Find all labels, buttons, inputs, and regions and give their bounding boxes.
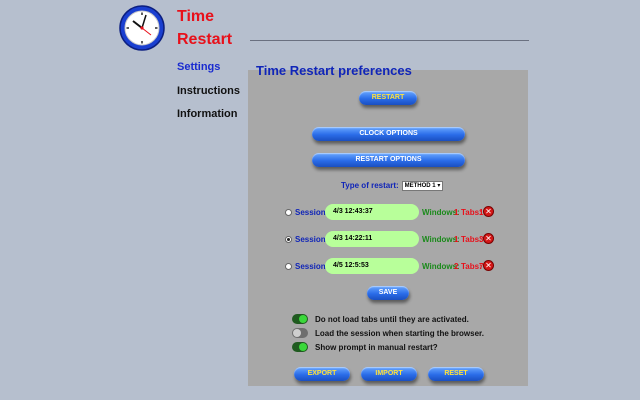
lazy-load-label: Do not load tabs until they are activate… (315, 315, 469, 324)
restart-type-row: Type of restart: METHOD 1 ▾ (341, 181, 444, 191)
session-windows-count: 1 (454, 235, 459, 244)
app-title-line2: Restart (177, 31, 233, 48)
delete-icon[interactable]: ✕ (483, 233, 494, 244)
show-prompt-label: Show prompt in manual restart? (315, 343, 438, 352)
clock-icon (119, 5, 165, 51)
lazy-load-toggle[interactable] (292, 314, 308, 324)
toggle-knob (299, 343, 307, 351)
session-radio[interactable] (285, 263, 292, 270)
session-time-field[interactable]: 4/3 14:22:11 (325, 231, 419, 247)
restart-type-value: METHOD 1 (404, 183, 436, 189)
import-button[interactable]: IMPORT (361, 367, 417, 381)
session-radio[interactable] (285, 209, 292, 216)
load-on-start-label: Load the session when starting the brows… (315, 329, 484, 338)
session-label: Session: (295, 235, 329, 244)
save-button[interactable]: SAVE (367, 286, 409, 300)
clock-options-button[interactable]: CLOCK OPTIONS (312, 127, 465, 141)
toggle-knob (293, 329, 301, 337)
session-windows-count: 2 (454, 262, 459, 271)
restart-button[interactable]: RESTART (359, 91, 417, 105)
restart-options-button[interactable]: RESTART OPTIONS (312, 153, 465, 167)
app-title: Time Restart (177, 5, 232, 51)
restart-type-label: Type of restart: (341, 181, 399, 191)
session-time-field[interactable]: 4/3 12:43:37 (325, 204, 419, 220)
preferences-panel (248, 70, 528, 386)
load-on-start-toggle[interactable] (292, 328, 308, 338)
restart-type-select[interactable]: METHOD 1 ▾ (401, 181, 444, 191)
delete-icon[interactable]: ✕ (483, 260, 494, 271)
header-divider (250, 40, 529, 41)
delete-icon[interactable]: ✕ (483, 206, 494, 217)
panel-title: Time Restart preferences (256, 63, 412, 78)
show-prompt-toggle[interactable] (292, 342, 308, 352)
session-label: Session: (295, 262, 329, 271)
export-button[interactable]: EXPORT (294, 367, 350, 381)
nav-settings[interactable]: Settings (177, 60, 240, 84)
session-radio[interactable] (285, 236, 292, 243)
nav-information[interactable]: Information (177, 107, 240, 131)
toggle-knob (299, 315, 307, 323)
session-label: Session: (295, 208, 329, 217)
app-title-line1: Time (177, 8, 215, 25)
sidebar-nav: Settings Instructions Information (177, 60, 240, 131)
reset-button[interactable]: RESET (428, 367, 484, 381)
session-time-field[interactable]: 4/5 12:5:53 (325, 258, 419, 274)
session-windows-count: 1 (454, 208, 459, 217)
nav-instructions[interactable]: Instructions (177, 84, 240, 108)
